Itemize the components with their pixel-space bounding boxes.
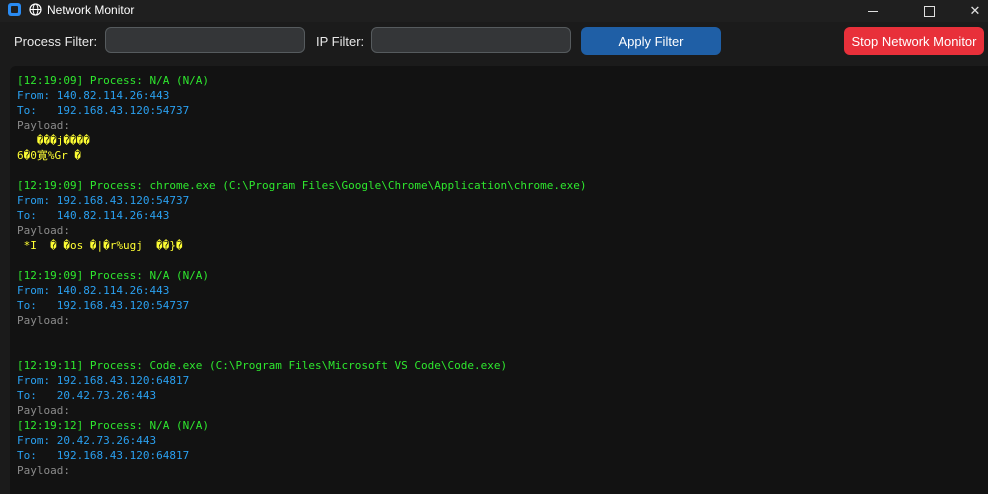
log-address-line: From: 192.168.43.120:54737 [17,193,189,208]
log-payload-label: Payload: [17,223,70,238]
ip-filter-input[interactable] [371,27,571,53]
ip-filter-label: IP Filter: [316,34,364,49]
packet-log[interactable]: [12:19:09] Process: N/A (N/A) From: 140.8… [10,66,988,494]
app-icon [8,3,21,16]
minimize-button[interactable] [850,0,896,22]
log-payload-label: Payload: [17,313,70,328]
log-payload-data:  *I � �os �|�r%ugj ��}� [17,238,183,253]
log-payload-label: Payload: [17,403,70,418]
log-address-line: To: 20.42.73.26:443 [17,388,156,403]
log-payload-data: 6�0寛%Gr � [17,148,81,163]
maximize-button[interactable] [906,0,952,22]
log-process-line: [12:19:09] Process: chrome.exe (C:\Progr… [17,178,587,193]
log-address-line: From: 140.82.114.26:443 [17,283,169,298]
filter-toolbar: Process Filter: IP Filter: Apply Filter … [0,22,988,62]
log-address-line: To: 192.168.43.120:54737 [17,298,189,313]
window-title: Network Monitor [47,3,134,17]
minimize-icon [868,11,878,12]
log-process-line: [12:19:09] Process: N/A (N/A) [17,73,209,88]
apply-filter-button[interactable]: Apply Filter [581,27,721,55]
log-payload-data:   ���j���� [17,133,90,148]
log-process-line: [12:19:11] Process: Code.exe (C:\Program… [17,358,507,373]
stop-monitor-button[interactable]: Stop Network Monitor [844,27,984,55]
log-process-line: [12:19:09] Process: N/A (N/A) [17,268,209,283]
close-button[interactable]: ✕ [952,0,988,22]
log-payload-label: Payload: [17,118,70,133]
log-address-line: To: 192.168.43.120:54737 [17,103,189,118]
log-address-line: From: 20.42.73.26:443 [17,433,156,448]
maximize-icon [924,6,935,17]
log-address-line: To: 192.168.43.120:64817 [17,448,189,463]
log-address-line: To: 140.82.114.26:443 [17,208,169,223]
log-process-line: [12:19:12] Process: N/A (N/A) [17,418,209,433]
title-bar: Network Monitor ✕ [0,0,988,22]
process-filter-label: Process Filter: [14,34,97,49]
globe-icon [29,3,42,16]
log-address-line: From: 140.82.114.26:443 [17,88,169,103]
process-filter-input[interactable] [105,27,305,53]
log-address-line: From: 192.168.43.120:64817 [17,373,189,388]
close-icon: ✕ [970,3,981,19]
log-payload-label: Payload: [17,463,70,478]
